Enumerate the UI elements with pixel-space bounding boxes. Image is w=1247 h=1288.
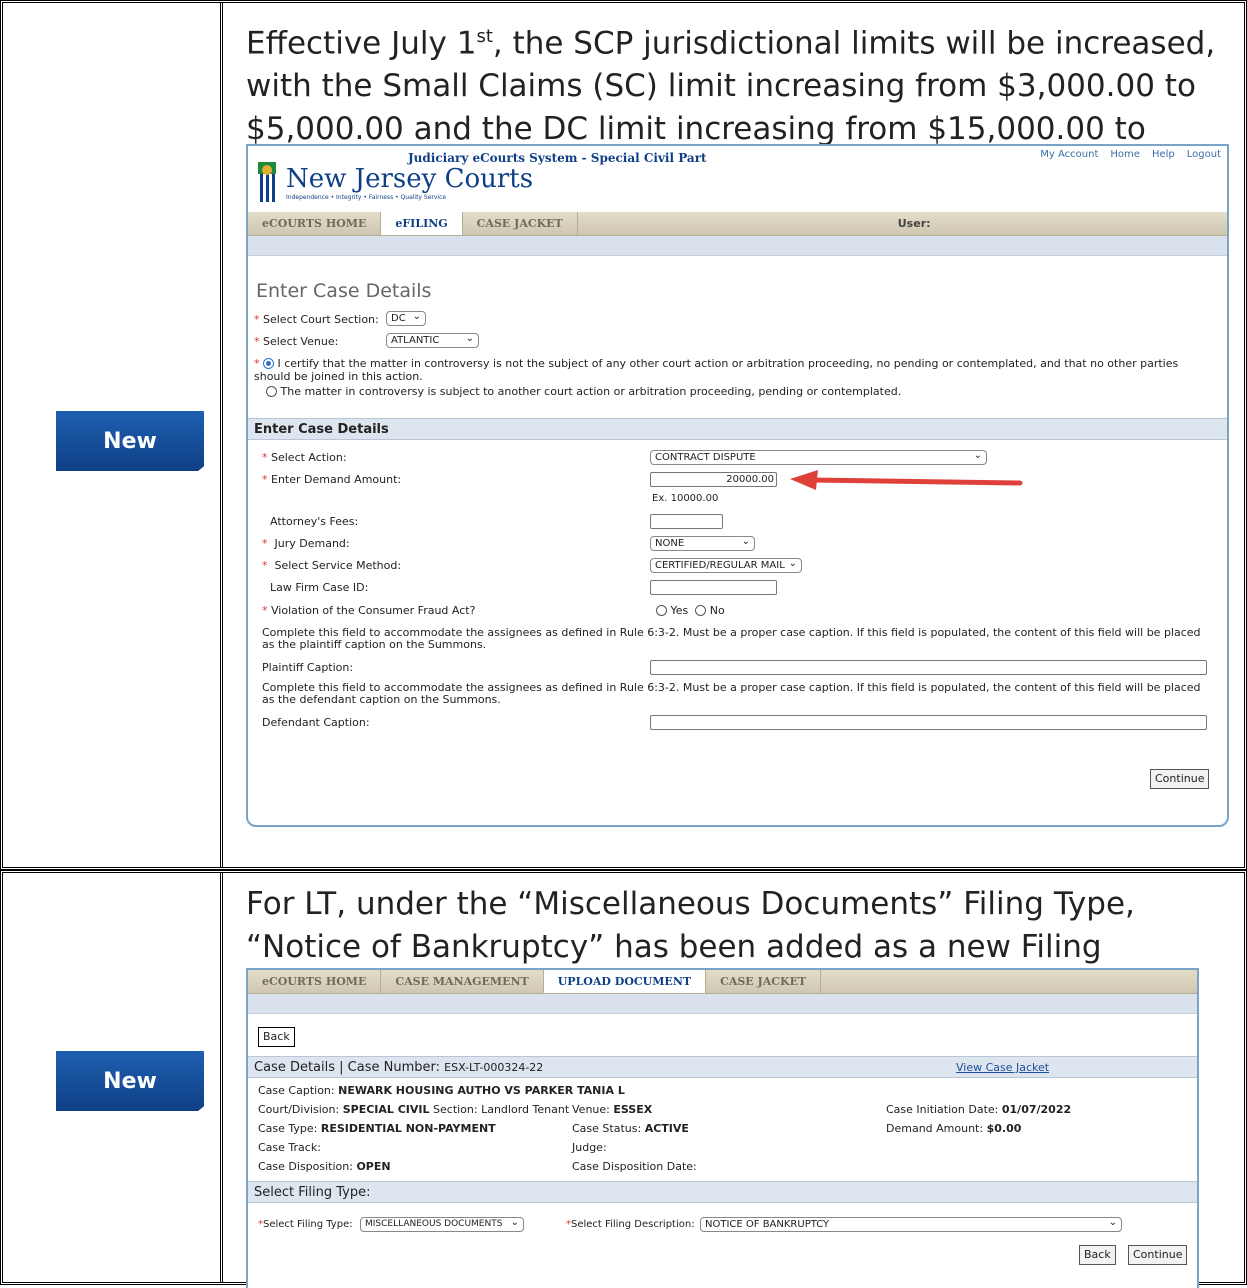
logout-link[interactable]: Logout <box>1187 149 1221 160</box>
section-header: Enter Case Details <box>248 418 1227 440</box>
demand-example: Ex. 10000.00 <box>652 493 719 504</box>
action-label: * Select Action: <box>262 451 347 464</box>
case-number: ESX-LT-000324-22 <box>444 1061 544 1074</box>
disposition-date: Case Disposition Date: <box>572 1160 697 1173</box>
judge: Judge: <box>572 1141 607 1154</box>
upload-screenshot: eCOURTS HOME CASE MANAGEMENT UPLOAD DOCU… <box>246 968 1199 1288</box>
view-case-jacket-link[interactable]: View Case Jacket <box>956 1057 1049 1079</box>
nav-tabs: eCOURTS HOME CASE MANAGEMENT UPLOAD DOCU… <box>248 970 1197 994</box>
user-label: User: <box>897 217 931 230</box>
matter-radio[interactable] <box>266 386 277 397</box>
case-status: Case Status: ACTIVE <box>572 1122 689 1135</box>
filing-type-label: *Select Filing Type: <box>258 1219 353 1230</box>
service-label: * Select Service Method: <box>262 559 402 572</box>
court-section-select[interactable]: DC <box>386 310 426 326</box>
tab-case-jacket[interactable]: CASE JACKET <box>706 970 822 993</box>
filing-desc-label: *Select Filing Description: <box>566 1219 695 1230</box>
matter-option: The matter in controversy is subject to … <box>266 385 901 398</box>
new-badge: New <box>56 411 204 471</box>
defendant-note: Complete this field to accommodate the a… <box>262 681 1201 706</box>
venue-label: * Select Venue: <box>254 335 339 348</box>
tab-efiling[interactable]: eFILING <box>381 212 463 235</box>
logo-subtitle: Independence • Integrity • Fairness • Qu… <box>286 194 447 201</box>
case-number-label: Case Number: <box>347 1060 440 1075</box>
plaintiff-note: Complete this field to accommodate the a… <box>262 626 1201 651</box>
tab-case-management[interactable]: CASE MANAGEMENT <box>381 970 544 993</box>
case-track: Case Track: <box>258 1141 321 1154</box>
case-details-title: Case Details <box>254 1060 336 1075</box>
demand-amount-input[interactable]: 20000.00 <box>650 472 777 487</box>
jury-label: * Jury Demand: <box>262 537 350 550</box>
plaintiff-caption-input[interactable] <box>650 660 1207 675</box>
venue-select[interactable]: ATLANTIC <box>386 332 479 348</box>
initiation-date: Case Initiation Date: 01/07/2022 <box>886 1103 1072 1116</box>
back-button[interactable]: Back <box>258 1027 295 1047</box>
row-notice-bankruptcy: New For LT, under the “Miscellaneous Doc… <box>0 870 1247 1288</box>
certify-radio[interactable] <box>263 358 274 369</box>
venue: Venue: ESSEX <box>572 1103 653 1116</box>
defendant-label: Defendant Caption: <box>262 716 370 729</box>
page-title: Enter Case Details <box>256 280 432 302</box>
my-account-link[interactable]: My Account <box>1040 149 1098 160</box>
efiling-screenshot: Judiciary eCourts System - Special Civil… <box>246 144 1229 827</box>
row-label-cell: New <box>3 3 223 867</box>
filing-type-section: Select Filing Type: <box>248 1181 1197 1203</box>
tab-ecourts-home[interactable]: eCOURTS HOME <box>248 212 382 235</box>
service-select[interactable]: CERTIFIED/REGULAR MAIL <box>650 557 802 573</box>
top-links: My Account Home Help Logout <box>1040 149 1221 160</box>
app-header: Judiciary eCourts System - Special Civil… <box>248 146 1227 212</box>
logo-title: New Jersey Courts <box>286 164 534 194</box>
case-details-bar: Case Details | Case Number: ESX-LT-00032… <box>248 1056 1197 1078</box>
nav-tabs: eCOURTS HOME eFILING CASE JACKET User: <box>248 212 1227 236</box>
sub-bar <box>248 236 1227 256</box>
continue-button[interactable]: Continue <box>1150 769 1210 789</box>
firm-id-label: Law Firm Case ID: <box>270 581 369 594</box>
desc-text-start: Effective July 1 <box>246 25 477 62</box>
courts-logo-icon <box>258 162 276 202</box>
filing-desc-select[interactable]: NOTICE OF BANKRUPTCY <box>700 1216 1122 1232</box>
defendant-caption-input[interactable] <box>650 715 1207 730</box>
red-arrow-icon <box>790 470 1023 490</box>
demand-amount: Demand Amount: $0.00 <box>886 1122 1022 1135</box>
demand-label: * Enter Demand Amount: <box>262 473 402 486</box>
attorney-fees-input[interactable] <box>650 514 723 529</box>
row-label-cell: New <box>3 873 223 1282</box>
continue-button[interactable]: Continue <box>1128 1245 1188 1265</box>
plaintiff-label: Plaintiff Caption: <box>262 661 354 674</box>
back-button-bottom[interactable]: Back <box>1079 1245 1116 1265</box>
system-title: Judiciary eCourts System - Special Civil… <box>408 151 707 165</box>
fraud-options: Yes No <box>656 604 725 617</box>
jury-select[interactable]: NONE <box>650 535 755 551</box>
fraud-label: * Violation of the Consumer Fraud Act? <box>262 604 476 617</box>
tab-ecourts-home[interactable]: eCOURTS HOME <box>248 970 382 993</box>
tab-case-jacket[interactable]: CASE JACKET <box>463 212 578 235</box>
row-jurisdiction-limits: New Effective July 1st, the SCP jurisdic… <box>0 0 1247 870</box>
case-disposition: Case Disposition: OPEN <box>258 1160 391 1173</box>
case-type: Case Type: RESIDENTIAL NON-PAYMENT <box>258 1122 496 1135</box>
tab-upload-document[interactable]: UPLOAD DOCUMENT <box>543 970 707 993</box>
certify-option: * I certify that the matter in controver… <box>254 357 1179 383</box>
action-select[interactable]: CONTRACT DISPUTE <box>650 449 987 465</box>
firm-id-input[interactable] <box>650 580 777 595</box>
help-link[interactable]: Help <box>1152 149 1175 160</box>
fraud-yes-radio[interactable] <box>656 605 667 616</box>
fraud-no-radio[interactable] <box>695 605 707 616</box>
home-link[interactable]: Home <box>1110 149 1140 160</box>
case-caption: Case Caption: NEWARK HOUSING AUTHO VS PA… <box>258 1084 625 1097</box>
desc-superscript: st <box>476 26 493 47</box>
sub-bar <box>248 994 1197 1014</box>
court-division: Court/Division: SPECIAL CIVIL Section: L… <box>258 1103 570 1116</box>
attorney-fees-label: Attorney's Fees: <box>270 515 359 528</box>
court-section-label: * Select Court Section: <box>254 313 379 326</box>
filing-type-select[interactable]: MISCELLANEOUS DOCUMENTS <box>360 1216 524 1232</box>
new-badge: New <box>56 1051 204 1111</box>
